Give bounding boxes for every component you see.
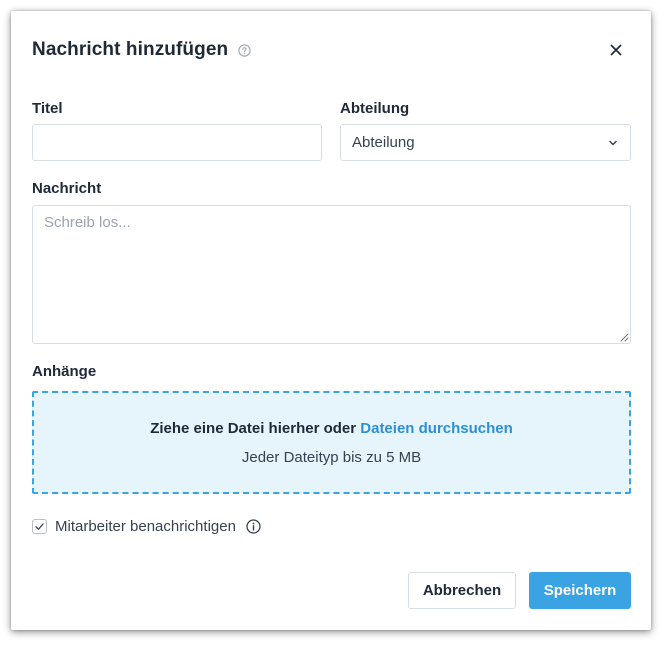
department-select[interactable]: Abteilung — [340, 124, 631, 161]
notify-employees-row: Mitarbeiter benachrichtigen — [32, 515, 261, 537]
dialog-header: Nachricht hinzufügen — [32, 37, 630, 63]
title-input[interactable] — [32, 124, 322, 161]
browse-files-link[interactable]: Dateien durchsuchen — [360, 420, 513, 437]
dropzone-prompt: Ziehe eine Datei hierher oder Dateien du… — [150, 420, 513, 437]
message-label: Nachricht — [32, 180, 102, 197]
add-message-dialog: Nachricht hinzufügen Titel Abteilung Abt… — [11, 11, 651, 630]
info-icon[interactable] — [246, 518, 261, 534]
title-label: Titel — [32, 100, 63, 117]
dropzone-hint: Jeder Dateityp bis zu 5 MB — [241, 449, 422, 466]
resize-grip-icon[interactable] — [620, 333, 629, 342]
notify-employees-label[interactable]: Mitarbeiter benachrichtigen — [55, 518, 236, 535]
checkmark-icon — [35, 522, 44, 530]
cancel-button[interactable]: Abbrechen — [408, 572, 516, 609]
close-icon — [610, 44, 622, 56]
save-button[interactable]: Speichern — [529, 572, 631, 609]
chevron-down-icon — [609, 140, 617, 146]
department-label: Abteilung — [340, 100, 410, 117]
dialog-title: Nachricht hinzufügen — [32, 39, 229, 60]
attachments-label: Anhänge — [32, 363, 97, 380]
file-dropzone[interactable]: Ziehe eine Datei hierher oder Dateien du… — [32, 391, 631, 494]
notify-employees-checkbox[interactable] — [32, 518, 47, 534]
close-button[interactable] — [606, 40, 626, 60]
help-icon[interactable] — [238, 43, 251, 57]
message-textarea[interactable] — [32, 205, 631, 344]
department-selected-value: Abteilung — [352, 134, 415, 151]
